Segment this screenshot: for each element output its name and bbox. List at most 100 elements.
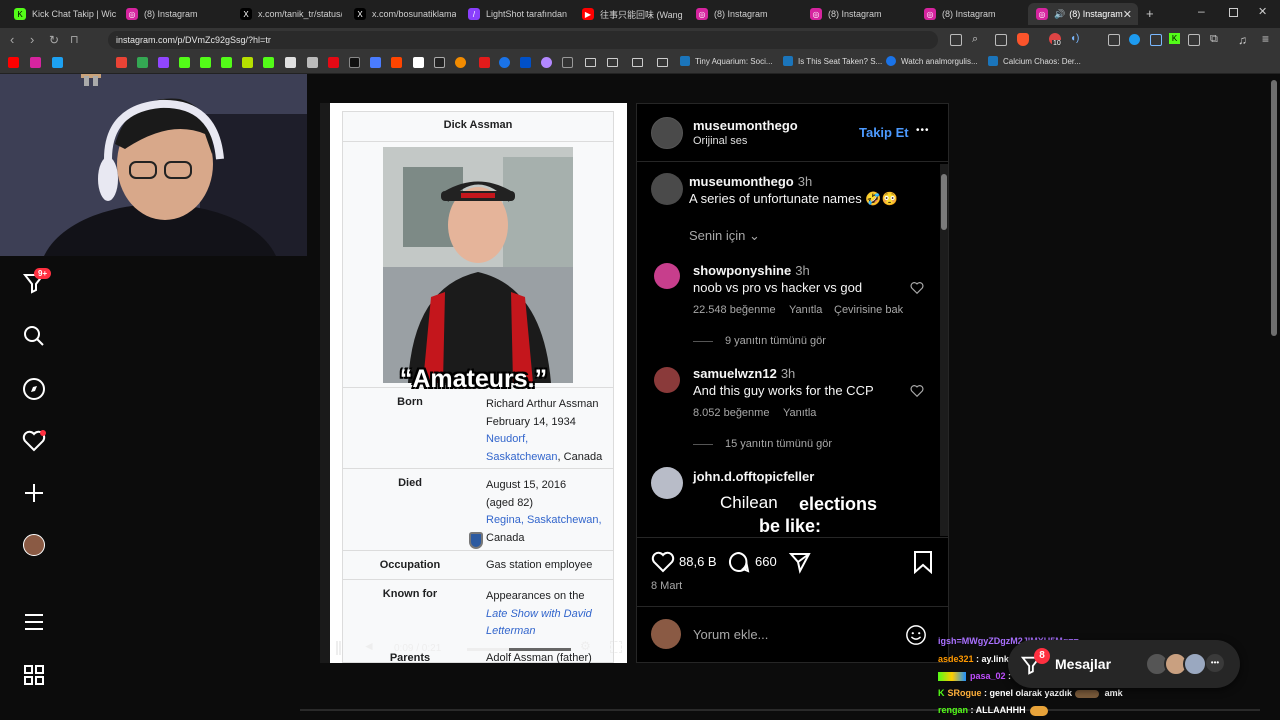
commenter-avatar[interactable] [654, 367, 680, 393]
bookmark-link[interactable]: Watch analmorgulis... [886, 56, 978, 66]
kick-icon[interactable] [179, 57, 190, 68]
twitch-icon[interactable] [158, 57, 169, 68]
url-bar[interactable]: instagram.com/p/DVmZc92gSsg/?hl=tr [108, 31, 938, 49]
author-avatar[interactable] [651, 117, 683, 149]
extension-icon[interactable] [1150, 34, 1162, 46]
browser-tab[interactable]: ◎ (8) Instagram [688, 3, 798, 25]
page-scrollbar-thumb[interactable] [1271, 80, 1277, 336]
save-icon[interactable] [912, 550, 934, 574]
died-place-link[interactable]: Regina, Saskatchewan, [486, 512, 602, 530]
messages-pill[interactable]: 8 Mesajlar ••• [1008, 640, 1240, 688]
extension-icon[interactable] [1188, 34, 1200, 46]
translate-button[interactable]: Çevirisine bak [834, 304, 903, 316]
music-icon[interactable]: ♫ [1238, 33, 1247, 47]
close-window-button[interactable]: ✕ [1258, 5, 1267, 18]
comment-author[interactable]: samuelwzn12 3h [693, 366, 795, 381]
browser-tab[interactable]: ◎ (8) Instagram [802, 3, 912, 25]
extension-icon[interactable] [1108, 34, 1120, 46]
explore-icon[interactable] [22, 377, 46, 401]
browser-tab[interactable]: / LightShot tarafından El [460, 3, 570, 25]
kick-extension-icon[interactable]: K [1169, 33, 1180, 44]
audio-icon[interactable]: ◖) [1070, 33, 1079, 44]
bookmark-icon[interactable] [328, 57, 339, 68]
comment-count[interactable]: 660 [755, 554, 777, 569]
born-place-link[interactable]: Neudorf, [486, 431, 602, 449]
profile-avatar[interactable] [23, 534, 45, 556]
like-comment-icon[interactable] [910, 384, 924, 398]
anchor-icon[interactable] [285, 57, 296, 68]
more-options-button[interactable]: ••• [916, 125, 930, 136]
forward-button[interactable]: › [30, 33, 34, 47]
sort-dropdown[interactable]: Senin için ⌄ [689, 228, 760, 244]
born-place-link[interactable]: Saskatchewan [486, 451, 558, 463]
browser-tab[interactable]: ◎ (8) Instagram [118, 3, 230, 25]
show-link[interactable]: Late Show with David [486, 606, 592, 624]
bookmark-icon[interactable] [562, 57, 573, 68]
reddit-icon[interactable] [391, 57, 402, 68]
comment-meme-image[interactable]: Chilean elections be like: [693, 489, 895, 537]
author-avatar[interactable] [651, 173, 683, 205]
bookmark-link[interactable]: Calcium Chaos: Der... [988, 56, 1081, 66]
view-replies-button[interactable]: 15 yanıtın tümünü gör [725, 438, 832, 450]
bookmark-link[interactable]: Is This Seat Taken? S... [783, 56, 882, 66]
bookmark-icon[interactable] [499, 57, 510, 68]
comment-author[interactable]: showponyshine 3h [693, 263, 810, 278]
bookmark-icon[interactable] [455, 57, 466, 68]
folder-icon[interactable] [585, 58, 596, 67]
bookmark-icon[interactable] [434, 57, 445, 68]
browser-tab[interactable]: K Kick Chat Takip | Wich [6, 3, 116, 25]
folder-icon[interactable] [657, 58, 668, 67]
browser-tab[interactable]: ◎ (8) Instagram [916, 3, 1026, 25]
like-count[interactable]: 88,6 B [679, 554, 717, 569]
reel-video[interactable]: Dick Assman Born Richard Arthur Assman F… [320, 103, 627, 663]
bookmark-icon[interactable] [541, 57, 552, 68]
drive-icon[interactable] [137, 57, 148, 68]
x-icon[interactable] [349, 57, 360, 68]
browser-tab[interactable]: Xx.com/bosunatiklama/s [346, 3, 456, 25]
kick-icon[interactable] [221, 57, 232, 68]
gmail-icon[interactable] [116, 57, 127, 68]
menu-icon[interactable]: ≡ [1262, 32, 1269, 46]
youtube-icon[interactable] [8, 57, 19, 68]
scrollbar-thumb[interactable] [941, 174, 947, 230]
page-horizontal-scrollbar[interactable] [300, 709, 1260, 711]
heart-icon[interactable] [22, 429, 46, 453]
folder-icon[interactable] [607, 58, 618, 67]
author-username[interactable]: museumonthego [693, 118, 798, 133]
reply-button[interactable]: Yanıtla [783, 407, 816, 419]
like-comment-icon[interactable] [910, 281, 924, 295]
browser-tab[interactable]: ▶ 往事只能回味 (Wang S [574, 3, 684, 25]
bookmark-icon[interactable] [413, 57, 424, 68]
instagram-icon[interactable] [30, 57, 41, 68]
comment-author[interactable]: john.d.offtopicfeller [693, 469, 814, 484]
puzzle-icon[interactable]: ⧉ [1210, 33, 1218, 46]
emoji-icon[interactable] [905, 624, 927, 646]
menu-icon[interactable] [22, 610, 46, 634]
share-icon[interactable] [788, 550, 812, 574]
cast-icon[interactable] [950, 34, 962, 46]
browser-tab-active[interactable]: ◎ 🔊 (8) Instagram ✕ [1028, 3, 1138, 25]
minimize-button[interactable]: – [1198, 4, 1205, 18]
show-link[interactable]: Letterman [486, 623, 592, 641]
bookmark-icon[interactable] [370, 57, 381, 68]
extension-icon[interactable] [1129, 34, 1140, 45]
browser-tab[interactable]: Xx.com/tanik_tr/status/1 [232, 3, 342, 25]
comment-likes[interactable]: 22.548 beğenme [693, 304, 776, 316]
comment-likes[interactable]: 8.052 beğenme [693, 407, 769, 419]
share-icon[interactable] [995, 34, 1007, 46]
reply-button[interactable]: Yanıtla [789, 304, 822, 316]
search-icon[interactable] [22, 324, 46, 348]
kick-icon[interactable] [200, 57, 211, 68]
comment-input[interactable]: Yorum ekle... [693, 627, 768, 642]
create-icon[interactable] [22, 481, 46, 505]
commenter-avatar[interactable] [654, 263, 680, 289]
view-replies-button[interactable]: 9 yanıtın tümünü gör [725, 335, 826, 347]
close-tab-icon[interactable]: ✕ [1123, 8, 1132, 21]
bookmark-icon[interactable] [479, 57, 490, 68]
comment-icon[interactable] [727, 550, 751, 574]
bookmark-icon[interactable] [307, 57, 318, 68]
bookmark-icon[interactable] [520, 57, 531, 68]
like-icon[interactable] [651, 550, 675, 574]
back-button[interactable]: ‹ [10, 33, 14, 47]
settings-icon[interactable]: ⚙ [580, 639, 591, 653]
